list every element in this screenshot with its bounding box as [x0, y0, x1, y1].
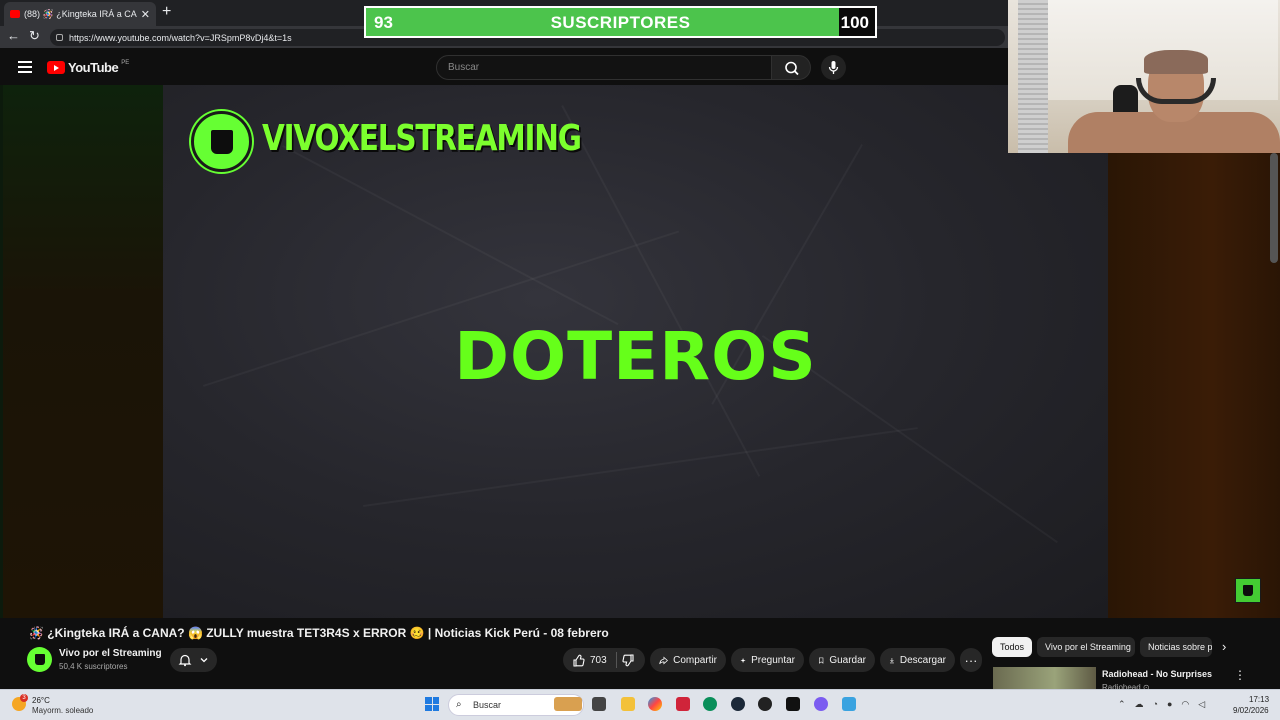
task-view-icon[interactable]	[592, 697, 606, 711]
video-side-right	[1108, 153, 1280, 618]
weather-badge: 3	[20, 694, 28, 702]
page-scrollbar[interactable]	[1270, 153, 1278, 263]
wps-office-icon[interactable]	[676, 697, 690, 711]
channel-avatar[interactable]	[27, 647, 52, 672]
clock-time[interactable]: 17:13	[1249, 695, 1269, 704]
like-count: 703	[590, 654, 607, 666]
new-tab-button[interactable]: +	[162, 3, 171, 21]
volume-icon[interactable]: ◁	[1198, 699, 1205, 710]
edge-browser-icon[interactable]	[703, 697, 717, 711]
video-side-left	[3, 85, 163, 618]
weather-description[interactable]: Mayorm. soleado	[32, 706, 93, 715]
recommended-title[interactable]: Radiohead - No Surprises	[1102, 669, 1212, 679]
channel-watermark-icon[interactable]	[1235, 578, 1261, 603]
tab-close-icon[interactable]: ✕	[141, 8, 150, 21]
download-label: Descargar	[899, 654, 946, 666]
chip-channel[interactable]: Vivo por el Streaming	[1037, 637, 1135, 657]
file-explorer-icon[interactable]	[621, 697, 635, 711]
recommended-thumbnail[interactable]	[993, 667, 1096, 689]
youtube-logo[interactable]: YouTube PE	[47, 60, 129, 75]
like-divider	[615, 652, 617, 668]
subscriber-label: SUSCRIPTORES	[550, 13, 691, 32]
mic-icon	[828, 61, 839, 74]
search-icon	[785, 61, 799, 76]
clock-date[interactable]: 9/02/2026	[1233, 706, 1269, 715]
bookmark-icon	[819, 657, 824, 664]
chevron-down-icon	[200, 658, 208, 663]
notifications-button[interactable]	[170, 648, 217, 672]
brand-cup-icon	[210, 129, 233, 154]
bell-icon	[178, 654, 192, 667]
video-overlay-text: DOTEROS	[454, 318, 817, 395]
save-label: Guardar	[829, 654, 866, 666]
channel-subscriber-count: 50,4 K suscriptores	[59, 662, 128, 671]
subscriber-goal-bar: 93 SUSCRIPTORES 100	[364, 6, 877, 38]
messenger-icon[interactable]	[814, 697, 828, 711]
network-icon[interactable]: ◔	[1153, 699, 1158, 710]
ask-button[interactable]: Preguntar	[731, 648, 804, 672]
share-label: Compartir	[673, 654, 717, 666]
video-title: 🪅 ¿Kingteka IRÁ a CANA? 😱 ZULLY muestra …	[29, 626, 609, 640]
recommended-menu-icon[interactable]: ⋮	[1234, 668, 1246, 682]
save-button[interactable]: Guardar	[809, 648, 875, 672]
voice-search-button[interactable]	[821, 55, 846, 80]
ask-label: Preguntar	[751, 654, 795, 666]
browser-tab[interactable]: (88) 🪅 ¿Kingteka IRÁ a CANA? 😱 ✕	[4, 2, 156, 26]
youtube-favicon-icon	[10, 10, 20, 18]
hamburger-menu-icon[interactable]	[18, 61, 32, 73]
taskbar	[0, 689, 1280, 720]
share-icon	[659, 655, 668, 665]
search-highlight-icon[interactable]	[554, 697, 582, 711]
more-actions-button[interactable]: ···	[960, 648, 982, 672]
chip-news[interactable]: Noticias sobre p	[1140, 637, 1212, 657]
channel-brand-logo	[191, 111, 252, 172]
opera-gx-icon[interactable]	[758, 697, 772, 711]
like-dislike-group[interactable]: 703	[563, 648, 645, 672]
mic-tray-icon[interactable]: ●	[1167, 699, 1172, 710]
wifi-icon[interactable]: ◠	[1181, 699, 1189, 710]
thumbs-up-icon[interactable]	[572, 654, 585, 667]
brand-name: VIVOXELSTREAMING	[262, 118, 582, 159]
reload-icon[interactable]: ↻	[29, 28, 40, 44]
notepad-icon[interactable]	[842, 697, 856, 711]
subscriber-goal: 100	[840, 13, 869, 32]
cloud-icon[interactable]: ☁	[1135, 699, 1144, 710]
taskbar-search-icon: ⌕	[456, 699, 462, 710]
search-button[interactable]	[771, 55, 811, 80]
weather-temperature[interactable]: 26°C	[32, 696, 50, 705]
download-button[interactable]: Descargar	[880, 648, 955, 672]
back-arrow-icon[interactable]: ←	[7, 28, 20, 43]
youtube-play-icon	[47, 61, 65, 74]
sparkle-icon	[740, 657, 746, 663]
start-windows-icon[interactable]	[425, 697, 439, 711]
share-button[interactable]: Compartir	[650, 648, 726, 672]
hidden-icons-icon[interactable]: ⌃	[1118, 699, 1126, 710]
copilot-icon[interactable]	[648, 697, 662, 711]
steam-icon[interactable]	[731, 697, 745, 711]
tab-title: (88) 🪅 ¿Kingteka IRÁ a CANA? 😱	[24, 8, 137, 19]
site-info-icon[interactable]	[56, 34, 63, 41]
chevron-right-icon[interactable]: ›	[1222, 639, 1226, 654]
search-input[interactable]: Buscar	[436, 55, 772, 80]
url-text: https://www.youtube.com/watch?v=JRSpmP8v…	[69, 32, 292, 43]
webcam-overlay	[1008, 0, 1280, 153]
media-app-icon[interactable]	[786, 697, 800, 711]
chip-all[interactable]: Todos	[992, 637, 1032, 657]
download-icon	[889, 657, 894, 663]
channel-name[interactable]: Vivo por el Streaming	[59, 648, 162, 659]
country-code: PE	[121, 60, 130, 66]
youtube-wordmark: YouTube	[68, 60, 119, 75]
system-tray[interactable]: ⌃ ☁ ◔ ● ◠ ◁	[1118, 699, 1205, 710]
thumbs-down-icon[interactable]	[622, 653, 635, 667]
